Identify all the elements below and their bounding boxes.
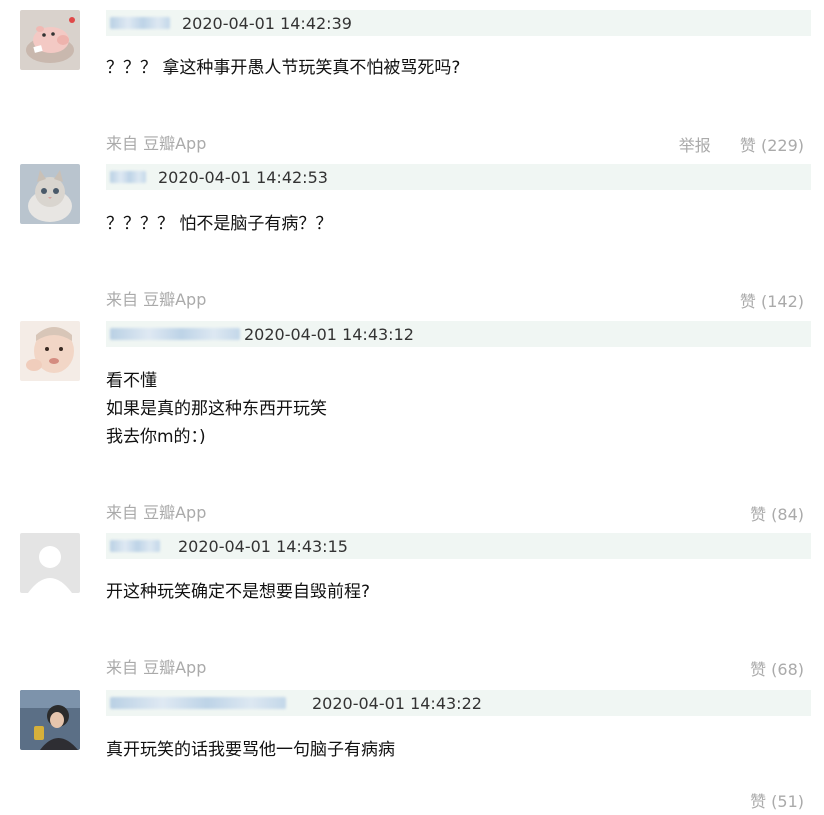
- comment-line: ？？？ 拿这种事开愚人节玩笑真不怕被骂死吗?: [106, 58, 461, 78]
- comment-time: 2020-04-01 14:43:22: [312, 693, 482, 713]
- pink-pig-toy-avatar[interactable]: [20, 10, 80, 70]
- comment-line: ？？？？ 怕不是脑子有病？？: [106, 214, 333, 234]
- like-button[interactable]: 赞 (51): [750, 792, 804, 811]
- report-link[interactable]: 举报: [679, 136, 711, 155]
- comment-text: ？？？ 拿这种事开愚人节玩笑真不怕被骂死吗?: [106, 54, 460, 82]
- comment-list: 2020-04-01 14:42:39 ？？？ 拿这种事开愚人节玩笑真不怕被骂死…: [0, 0, 824, 815]
- kitten-avatar[interactable]: [20, 164, 80, 224]
- like-button[interactable]: 赞 (229): [740, 136, 804, 155]
- comment-line: 如果是真的那这种东西开玩笑: [106, 399, 327, 419]
- comment-text: 看不懂 如果是真的那这种东西开玩笑 我去你m的：): [106, 367, 327, 451]
- comment-meta-bar: 2020-04-01 14:43:15: [106, 533, 811, 559]
- comment-time: 2020-04-01 14:42:53: [158, 167, 328, 187]
- blurred-username[interactable]: [110, 540, 160, 552]
- comment-actions: 赞 (51): [726, 788, 804, 812]
- comment-meta-bar: 2020-04-01 14:43:22: [106, 690, 811, 716]
- comment-time: 2020-04-01 14:43:12: [244, 324, 414, 344]
- comment-text: ？？？？ 怕不是脑子有病？？: [106, 210, 332, 238]
- person-photo-avatar[interactable]: [20, 690, 80, 750]
- comment-line: 真开玩笑的话我要骂他一句脑子有病病: [106, 740, 395, 760]
- comment-actions: 赞 (142): [716, 288, 804, 312]
- comment-line: 看不懂: [106, 371, 157, 391]
- blurred-username[interactable]: [110, 17, 170, 29]
- default-user-avatar[interactable]: [20, 533, 80, 593]
- comment-text: 真开玩笑的话我要骂他一句脑子有病病: [106, 736, 395, 764]
- comment-source: 来自 豆瓣App: [106, 290, 207, 309]
- blurred-username[interactable]: [110, 697, 286, 709]
- like-button[interactable]: 赞 (142): [740, 292, 804, 311]
- comment-source: 来自 豆瓣App: [106, 503, 207, 522]
- comment-actions: 赞 (84): [726, 501, 804, 525]
- comment-time: 2020-04-01 14:43:15: [178, 536, 348, 556]
- comment-meta-bar: 2020-04-01 14:42:53: [106, 164, 811, 190]
- comment-text: 开这种玩笑确定不是想要自毁前程?: [106, 578, 370, 606]
- comment-meta-bar: 2020-04-01 14:42:39: [106, 10, 811, 36]
- comment-source: 来自 豆瓣App: [106, 658, 207, 677]
- comment-actions: 赞 (68): [726, 656, 804, 680]
- comment-line: 开这种玩笑确定不是想要自毁前程?: [106, 582, 371, 602]
- comment-actions: 举报 赞 (229): [655, 132, 804, 156]
- like-button[interactable]: 赞 (84): [750, 505, 804, 524]
- like-button[interactable]: 赞 (68): [750, 660, 804, 679]
- comment-time: 2020-04-01 14:42:39: [182, 13, 352, 33]
- comment-meta-bar: 2020-04-01 14:43:12: [106, 321, 811, 347]
- blurred-username[interactable]: [110, 171, 146, 183]
- blurred-username[interactable]: [110, 328, 240, 340]
- comment-source: 来自 豆瓣App: [106, 134, 207, 153]
- comment-line: 我去你m的：): [106, 427, 206, 447]
- baby-avatar[interactable]: [20, 321, 80, 381]
